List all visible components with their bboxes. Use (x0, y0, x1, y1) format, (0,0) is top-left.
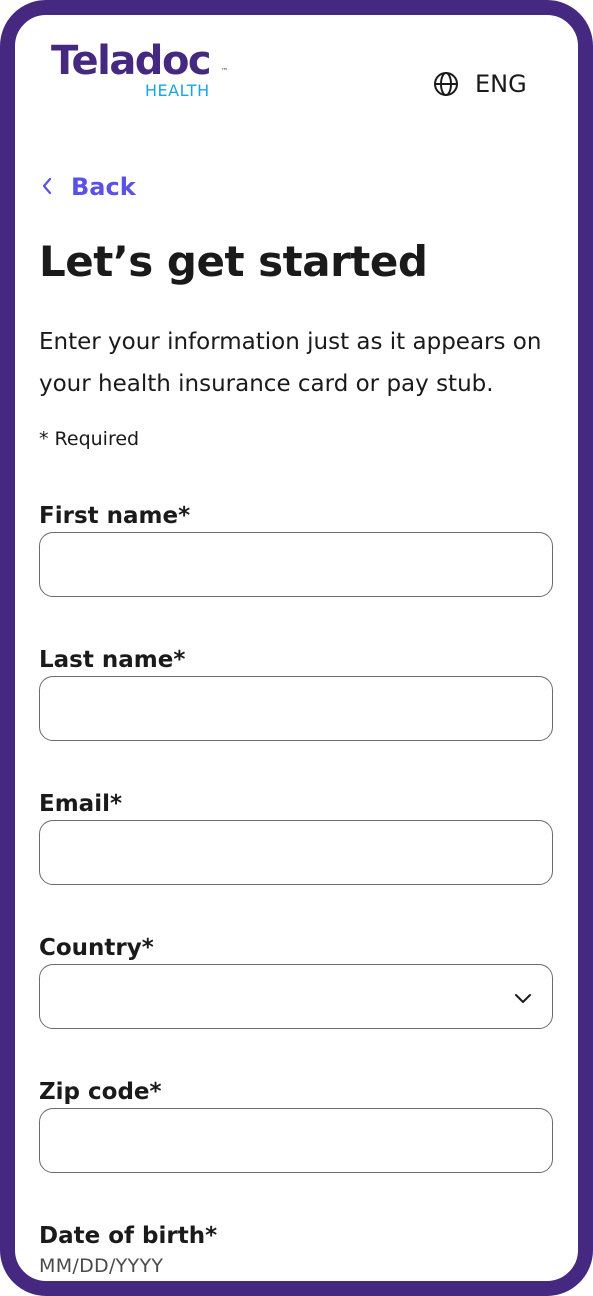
app-frame: Teladoc ™ HEALTH ENG Back Let’s get star… (0, 0, 593, 1296)
page-title: Let’s get started (39, 237, 428, 286)
intro-text: Enter your information just as it appear… (39, 329, 542, 397)
logo-wordmark: Teladoc (51, 38, 212, 84)
teladoc-logo: Teladoc ™ HEALTH (51, 39, 241, 109)
language-selector[interactable]: ENG (433, 69, 527, 99)
globe-icon (433, 71, 459, 97)
email-input[interactable] (39, 820, 553, 885)
chevron-down-icon (514, 989, 532, 1008)
country-label: Country* (39, 935, 154, 961)
header: Teladoc ™ HEALTH ENG (51, 39, 551, 119)
required-note: * Required (39, 428, 140, 450)
zip-code-label: Zip code* (39, 1079, 162, 1105)
back-link[interactable]: Back (41, 173, 136, 201)
last-name-input[interactable] (39, 676, 553, 741)
country-select[interactable] (39, 964, 553, 1029)
chevron-left-icon (41, 173, 53, 201)
logo-subtitle: HEALTH (145, 81, 210, 100)
date-of-birth-label: Date of birth* (39, 1223, 218, 1249)
zip-code-input[interactable] (39, 1108, 553, 1173)
first-name-input[interactable] (39, 532, 553, 597)
email-label: Email* (39, 791, 122, 817)
first-name-label: First name* (39, 503, 191, 529)
logo-trademark: ™ (221, 67, 228, 75)
date-of-birth-hint: MM/DD/YYYY (39, 1255, 164, 1277)
last-name-label: Last name* (39, 647, 186, 673)
language-label: ENG (475, 70, 527, 98)
back-label: Back (71, 173, 136, 201)
